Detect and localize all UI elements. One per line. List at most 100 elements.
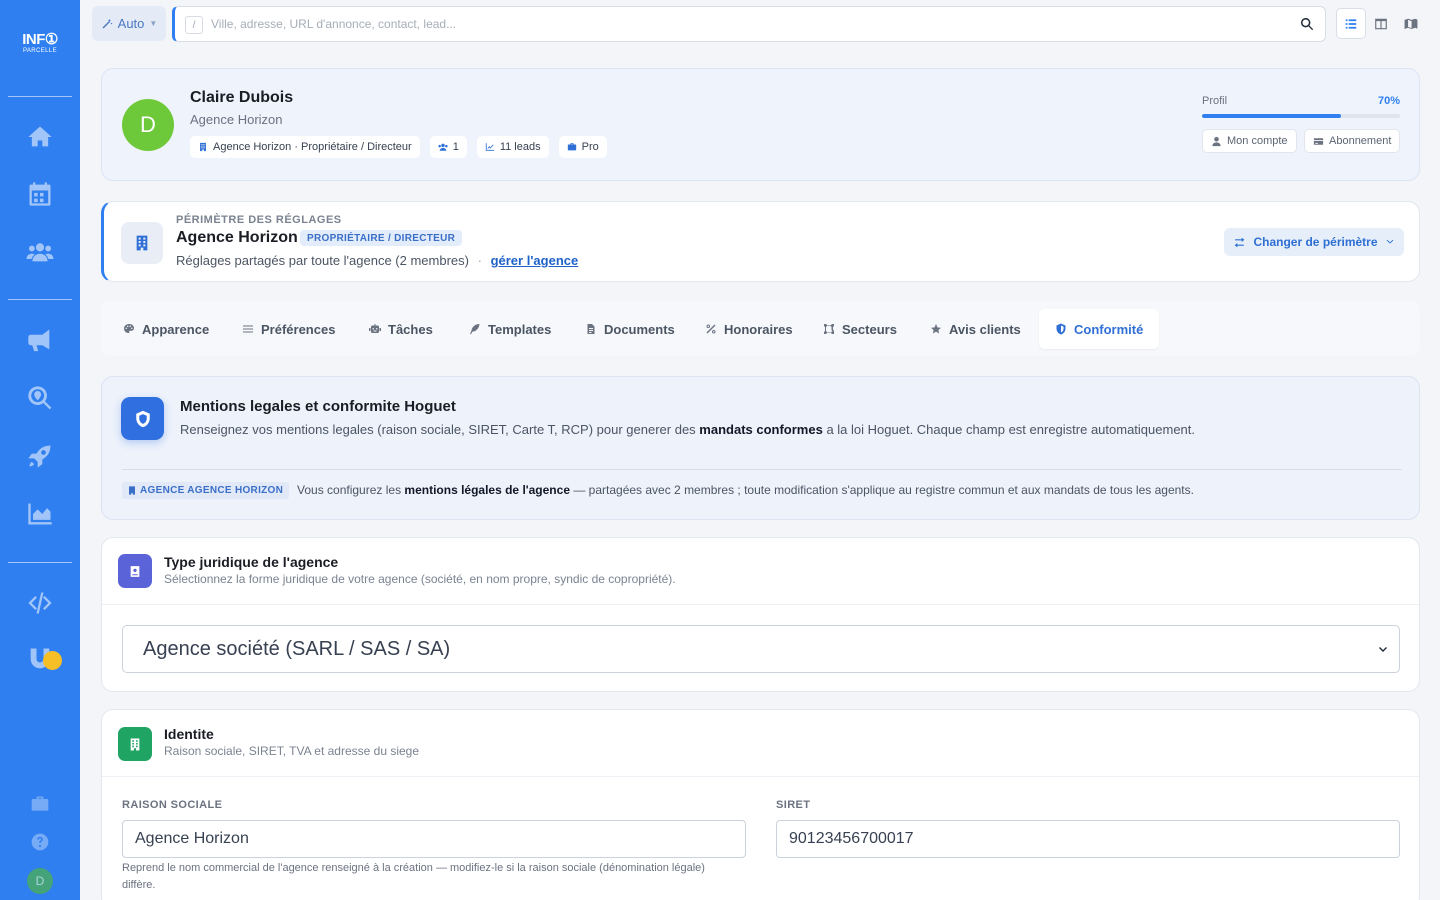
rocket-icon[interactable] [22,438,58,474]
user-avatar[interactable]: D [27,868,53,894]
compliance-banner: Mentions legales et conformite Hoguet Re… [101,376,1420,520]
id-card-icon [118,554,152,588]
siret-input[interactable] [789,829,1380,849]
logo-subtext: PARCELLE [22,48,58,54]
siret-label: SIRET [776,799,811,811]
calendar-icon[interactable] [22,176,58,212]
tab-label: Tâches [388,321,433,337]
megaphone-icon[interactable] [22,322,58,358]
robot-icon [369,324,381,333]
legal-type-section: Type juridique de l'agence Sélectionnez … [101,537,1420,692]
tab-documents[interactable]: Documents [569,309,691,349]
briefcase-icon[interactable] [22,786,58,822]
app-logo[interactable]: INF① PARCELLE [0,32,80,55]
map-view-button[interactable] [1396,8,1426,39]
banner-text-start: Renseignez vos mentions legales (raison … [180,422,700,437]
list-view-button[interactable] [1336,8,1366,39]
legal-type-subtitle: Sélectionnez la forme juridique de votre… [164,572,676,586]
profile-avatar: D [122,99,174,151]
tab-label: Préférences [261,321,336,337]
profile-progress-bar [1202,114,1400,118]
tab-label: Honoraires [724,321,793,337]
building-icon [200,142,206,152]
topbar: Auto ▼ / [80,0,1440,48]
my-account-label: Mon compte [1227,135,1288,147]
my-account-button[interactable]: Mon compte [1202,129,1297,153]
raison-sociale-input[interactable] [135,829,726,849]
tab-avis-clients[interactable]: Avis clients [914,309,1037,349]
raison-sociale-field[interactable] [122,820,746,858]
section-divider [102,604,1419,605]
tab-label: Avis clients [949,321,1021,337]
banner-note-end: — partagées avec 2 membres ; toute modif… [570,483,1194,497]
agency-scope-badge: AGENCE AGENCE HORIZON [122,482,290,499]
tab-preferences[interactable]: Préférences [226,309,351,349]
scope-overline: PÉRIMÈTRE DES RÉGLAGES [176,214,342,226]
users-icon [438,143,448,151]
profile-card: D Claire Dubois Agence Horizon Agence Ho… [101,68,1420,181]
tab-taches[interactable]: Tâches [353,309,449,349]
tab-honoraires[interactable]: Honoraires [689,309,809,349]
search-icon[interactable] [1299,16,1315,32]
subscription-button[interactable]: Abonnement [1304,129,1401,153]
briefcase-icon [567,143,576,151]
profile-progress-label: Profil [1202,95,1228,107]
tab-secteurs[interactable]: Secteurs [807,309,913,349]
tab-label: Apparence [142,321,210,337]
scope-subtitle-text: Réglages partagés par toute l'agence (2 … [176,253,469,268]
sidebar-divider [8,299,72,300]
role-chip-label: Agence Horizon · Propriétaire / Directeu… [213,141,412,153]
members-count: 1 [452,141,459,153]
profile-agency: Agence Horizon [190,112,283,127]
code-icon[interactable] [22,585,58,621]
tab-label: Templates [488,321,552,337]
scope-separator: · [477,253,482,268]
legal-type-select[interactable]: Agence société (SARL / SAS / SA) [122,625,1400,673]
sidebar-divider [8,96,72,97]
search-input[interactable] [211,13,1271,35]
change-scope-button[interactable]: Changer de périmètre [1224,228,1404,256]
settings-tabs: Apparence Préférences Tâches Templates D… [101,301,1420,356]
scope-icon-box [121,222,163,264]
sidebar: INF① PARCELLE D [0,0,80,900]
home-icon[interactable] [22,119,58,155]
banner-note: Vous configurez les mentions légales de … [297,483,1194,497]
columns-icon [1375,18,1387,29]
help-icon[interactable] [22,824,58,860]
swap-icon [1235,237,1245,247]
chart-area-icon[interactable] [22,496,58,532]
members-chip: 1 [429,136,467,158]
mode-selector-button[interactable]: Auto ▼ [92,6,166,41]
banner-text: Renseignez vos mentions legales (raison … [180,422,1195,437]
search-location-icon[interactable] [22,380,58,416]
star-icon [931,324,941,334]
tab-conformite[interactable]: Conformité [1039,309,1160,349]
mode-label: Auto [117,16,145,31]
change-scope-label: Changer de périmètre [1253,235,1378,249]
palette-icon [124,324,134,333]
manage-agency-link[interactable]: gérer l'agence [491,253,579,268]
global-search[interactable]: / [172,6,1326,42]
building-icon [136,235,148,251]
percent-icon [706,324,716,334]
shortcut-key-hint: / [185,16,203,34]
sliders-icon [243,325,253,333]
siret-field[interactable] [776,820,1400,858]
profile-progress-percent: 70% [1377,95,1400,107]
scope-role-badge: PROPRIÉTAIRE / DIRECTEUR [300,230,463,246]
split-view-button[interactable] [1366,8,1396,39]
file-icon [587,324,595,334]
tab-apparence[interactable]: Apparence [107,309,225,349]
users-icon[interactable] [22,234,58,270]
view-switcher [1336,8,1428,39]
subscription-label: Abonnement [1329,135,1392,147]
agency-scope-badge-label: AGENCE AGENCE HORIZON [140,485,284,496]
banner-title: Mentions legales et conformite Hoguet [180,398,456,415]
caret-down-icon: ▼ [149,19,158,28]
identity-title: Identite [164,726,214,742]
banner-text-end: a la loi Hoguet. Chaque champ est enregi… [822,422,1196,437]
shield-icon [121,397,164,440]
identity-subtitle: Raison sociale, SIRET, TVA et adresse du… [164,744,420,758]
logo-text: INF① [22,31,58,48]
tab-templates[interactable]: Templates [453,309,567,349]
